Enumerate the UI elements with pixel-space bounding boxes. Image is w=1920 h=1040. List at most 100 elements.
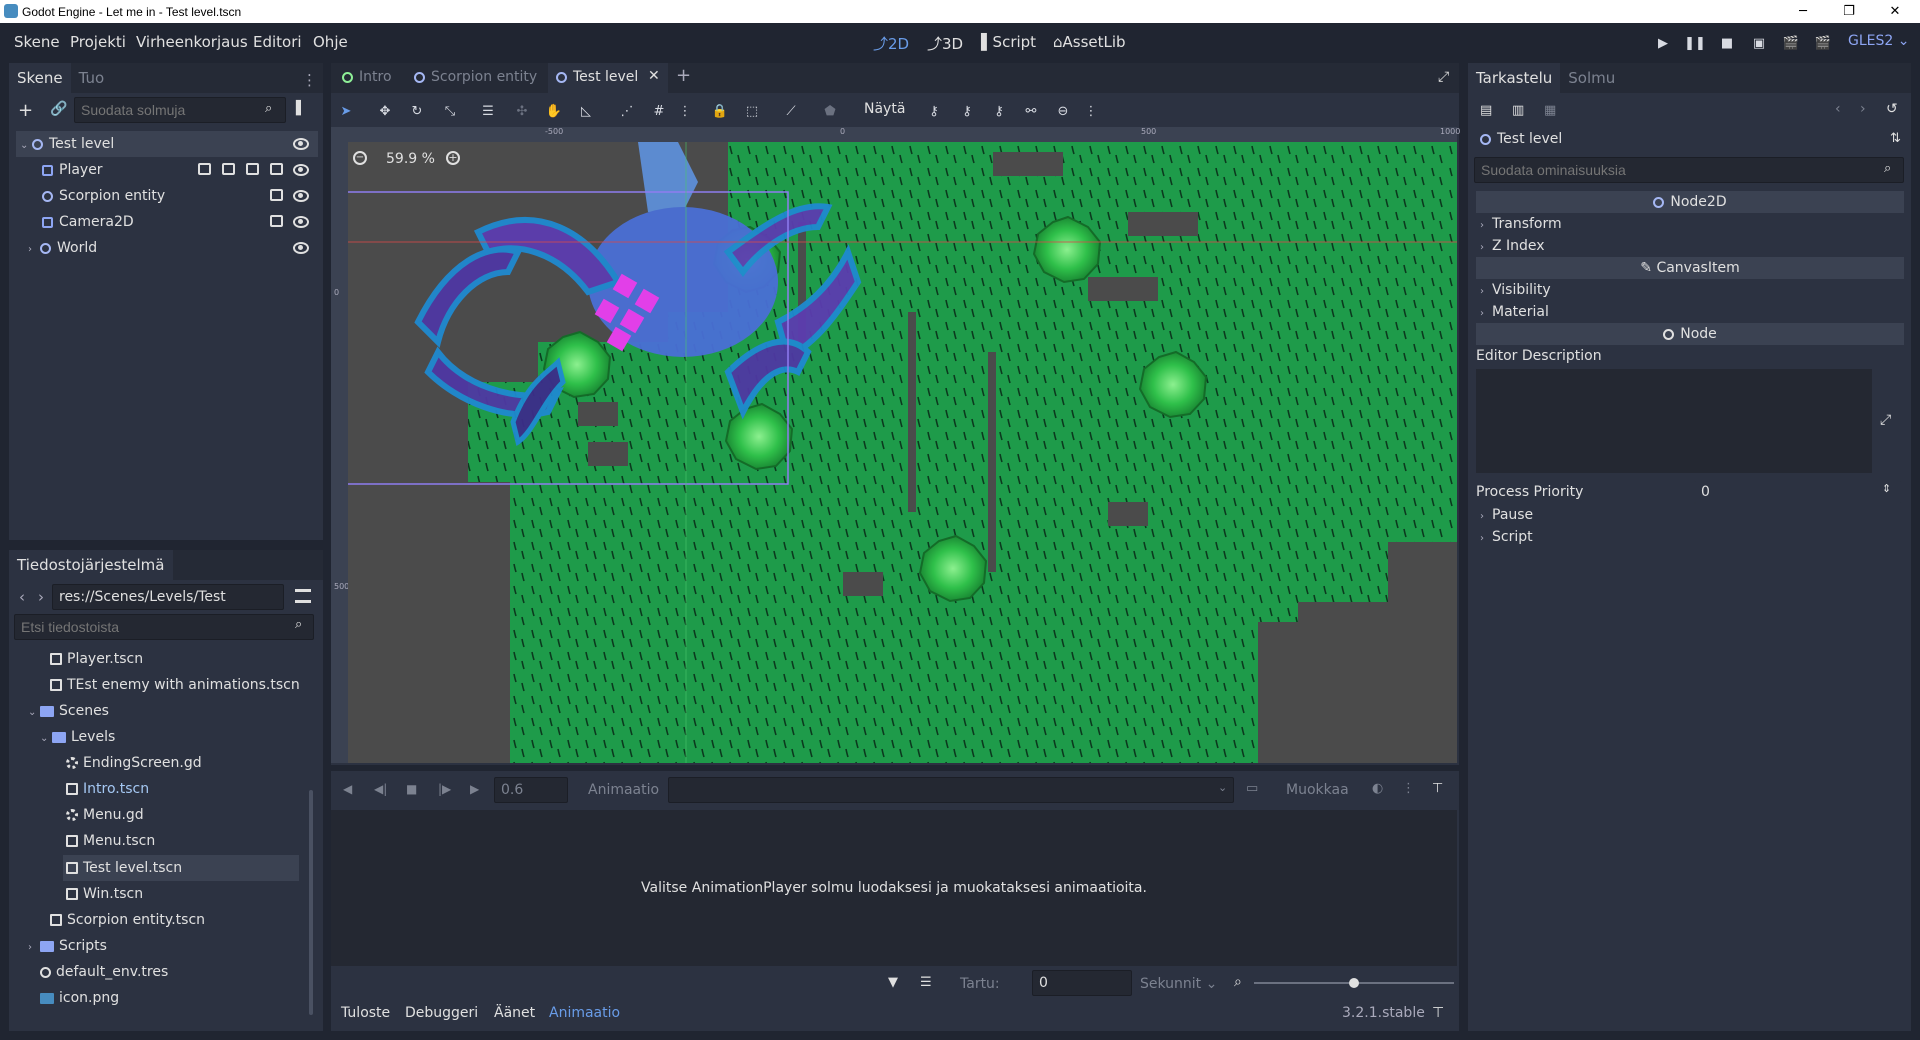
spinbox-arrows-icon[interactable]: ⇕: [1882, 482, 1891, 495]
key-icon[interactable]: ⊖: [1052, 100, 1074, 122]
play-icon[interactable]: ▶: [470, 782, 479, 796]
play-custom-scene-icon[interactable]: 🎬: [1814, 34, 1832, 52]
keyframe-icon[interactable]: ⚷: [956, 100, 978, 122]
mode-3d-button[interactable]: ⤴3D: [927, 33, 963, 54]
filter-icon[interactable]: ▼: [888, 975, 898, 990]
new-tab-icon[interactable]: +: [676, 65, 691, 86]
visibility-eye-icon[interactable]: [293, 216, 309, 228]
grid-snap-icon[interactable]: #: [648, 100, 670, 122]
script-attach-icon[interactable]: ▌: [296, 101, 306, 116]
scrollbar[interactable]: [309, 790, 313, 1015]
history-icon[interactable]: ↺: [1886, 101, 1898, 117]
tree-node-player[interactable]: Player: [42, 157, 103, 183]
process-priority-spinbox[interactable]: 0: [1694, 480, 1902, 504]
pan-tool-icon[interactable]: ✋: [543, 100, 565, 122]
stop-icon[interactable]: ■: [1718, 34, 1736, 52]
file-item[interactable]: Player.tscn: [50, 646, 143, 672]
property-group-transform[interactable]: › Transform: [1480, 213, 1562, 235]
renderer-select[interactable]: GLES2 ⌄: [1848, 33, 1909, 49]
zoom-out-icon[interactable]: −: [353, 151, 367, 165]
forward-icon[interactable]: ›: [38, 588, 44, 606]
lock-icon[interactable]: 🔒: [709, 100, 731, 122]
editor-description-textarea[interactable]: [1476, 369, 1872, 473]
mode-script-button[interactable]: ▌Script: [981, 33, 1036, 51]
close-tab-icon[interactable]: ✕: [648, 68, 660, 84]
rotate-tool-icon[interactable]: ↻: [406, 100, 428, 122]
ruler-tool-icon[interactable]: ◺: [575, 100, 597, 122]
zoom-level[interactable]: 59.9 %: [386, 151, 435, 167]
play-icon[interactable]: ▶: [1654, 34, 1672, 52]
play-backwards-icon[interactable]: ◀: [343, 782, 352, 796]
file-item[interactable]: Scorpion entity.tscn: [50, 907, 205, 933]
file-item[interactable]: icon.png: [40, 985, 119, 1011]
editor-canvas[interactable]: [348, 142, 1457, 763]
file-item[interactable]: Intro.tscn: [66, 776, 149, 802]
autoplay-icon[interactable]: ▭: [1246, 781, 1258, 796]
play-scene-icon[interactable]: 🎬: [1782, 34, 1800, 52]
folder-item[interactable]: › Scripts: [28, 933, 107, 959]
animation-select[interactable]: [668, 777, 1234, 803]
expand-icon[interactable]: ⤢: [1880, 412, 1891, 428]
bone-icon[interactable]: ⟋: [780, 100, 802, 122]
back-icon[interactable]: ‹: [19, 588, 25, 606]
mode-2d-button[interactable]: ⤴2D: [873, 33, 909, 54]
visibility-eye-icon[interactable]: [293, 138, 309, 150]
scale-tool-icon[interactable]: ⤡: [439, 100, 461, 122]
file-item[interactable]: Menu.tscn: [66, 828, 155, 854]
history-forward-icon[interactable]: ›: [1860, 101, 1866, 117]
visibility-eye-icon[interactable]: [293, 190, 309, 202]
tab-scene[interactable]: Skene: [9, 63, 71, 93]
menu-scene[interactable]: Skene: [14, 33, 60, 51]
split-view-icon[interactable]: [295, 589, 311, 603]
play-from-start-icon[interactable]: |▶: [438, 782, 451, 796]
visibility-eye-icon[interactable]: [293, 164, 309, 176]
dock-menu-icon[interactable]: ⋮: [302, 71, 317, 89]
maximize-button[interactable]: ❐: [1826, 0, 1872, 23]
more-icon[interactable]: ⋮: [1080, 100, 1102, 122]
file-item[interactable]: default_env.tres: [40, 959, 168, 985]
menu-editor[interactable]: Editori: [253, 33, 302, 51]
snap-value-field[interactable]: 0: [1032, 970, 1132, 996]
file-item-selected[interactable]: Test level.tscn: [66, 855, 182, 881]
property-group-pause[interactable]: › Pause: [1480, 504, 1533, 526]
expand-bottom-icon[interactable]: ⊤: [1432, 1005, 1444, 1021]
tab-import[interactable]: Tuo: [71, 63, 113, 93]
key-chain-icon[interactable]: ⚯: [1020, 100, 1042, 122]
bottom-tab-animation[interactable]: Animaatio: [549, 1005, 620, 1021]
property-group-visibility[interactable]: › Visibility: [1480, 279, 1551, 301]
animation-time-spinbox[interactable]: 0.6: [494, 777, 568, 803]
distraction-free-icon[interactable]: ⤢: [1438, 69, 1449, 85]
pause-icon[interactable]: ❚❚: [1684, 34, 1706, 52]
move-tool-icon[interactable]: ✥: [374, 100, 396, 122]
instance-icon[interactable]: [222, 163, 235, 175]
edit-menu[interactable]: Muokkaa: [1286, 782, 1349, 798]
visibility-eye-icon[interactable]: [293, 242, 309, 254]
script-icon[interactable]: [246, 163, 259, 175]
new-resource-icon[interactable]: ▤: [1480, 103, 1492, 118]
snap-unit-select[interactable]: Sekunnit ⌄: [1140, 976, 1217, 992]
scene-tab-scorpion[interactable]: Scorpion entity: [414, 69, 537, 85]
bottom-tab-debugger[interactable]: Debuggeri: [405, 1005, 478, 1021]
bottom-tab-audio[interactable]: Äänet: [494, 1005, 535, 1021]
stop-icon[interactable]: ■: [406, 782, 417, 796]
play-backwards-from-end-icon[interactable]: ◀|: [374, 782, 387, 796]
tree-node-scorpion[interactable]: Scorpion entity: [42, 183, 165, 209]
file-item[interactable]: Win.tscn: [66, 881, 143, 907]
scene-tab-intro[interactable]: Intro: [342, 69, 392, 85]
smart-snap-icon[interactable]: ⋰: [616, 100, 638, 122]
file-item[interactable]: Menu.gd: [66, 802, 144, 828]
property-filter-input[interactable]: [1474, 157, 1904, 183]
list-select-icon[interactable]: ☰: [477, 100, 499, 122]
tree-node-test-level[interactable]: ⌄ Test level: [20, 131, 114, 157]
tab-node[interactable]: Solmu: [1560, 63, 1623, 93]
scene-filter-input[interactable]: [74, 97, 286, 123]
filesystem-path-field[interactable]: res://Scenes/Levels/Test level.tsc: [52, 584, 284, 629]
remote-debug-icon[interactable]: ▣: [1750, 34, 1768, 52]
file-item[interactable]: TEst enemy with animations.tscn: [50, 672, 300, 698]
menu-debug[interactable]: Virheenkorjaus: [136, 33, 248, 51]
more-icon[interactable]: ⋮: [1402, 781, 1415, 796]
history-back-icon[interactable]: ‹: [1835, 101, 1841, 117]
link-icon[interactable]: 🔗: [50, 101, 67, 117]
zoom-slider-handle[interactable]: [1349, 978, 1359, 988]
close-button[interactable]: ✕: [1872, 0, 1918, 23]
